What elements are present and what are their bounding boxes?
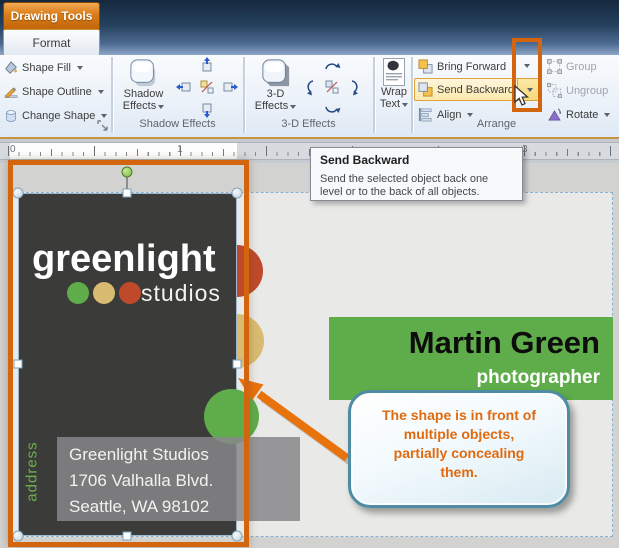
shape-fill-label: Shape Fill <box>22 62 71 74</box>
person-role: photographer <box>477 367 601 389</box>
ungroup-label: Ungroup <box>566 85 608 97</box>
drawing-tools-label: Drawing Tools <box>11 9 93 23</box>
dialog-launcher-button[interactable] <box>97 119 109 131</box>
bring-forward-icon <box>418 59 433 74</box>
format-tab-label: Format <box>32 36 70 50</box>
paint-bucket-icon <box>4 61 18 75</box>
dropdown-caret-icon <box>467 113 473 117</box>
shape-outline-label: Shape Outline <box>22 86 92 98</box>
threed-effects-line2: Effects <box>255 100 296 112</box>
threed-on-off-button[interactable] <box>322 77 342 97</box>
pencil-icon <box>4 85 18 99</box>
tilt-right-button[interactable] <box>345 77 365 97</box>
send-backward-icon <box>418 82 433 97</box>
tilt-up-button[interactable] <box>322 55 342 75</box>
shape-fill-button[interactable]: Shape Fill <box>2 57 109 78</box>
tooltip-title: Send Backward <box>320 153 513 167</box>
callout-line-2: multiple objects, <box>351 425 567 444</box>
wrap-text-line1: Wrap <box>381 86 407 98</box>
change-shape-label: Change Shape <box>22 110 95 122</box>
dropdown-caret-icon <box>604 113 610 117</box>
bring-forward-label: Bring Forward <box>437 61 506 73</box>
dropdown-caret-icon <box>101 114 107 118</box>
threed-rect-icon <box>261 58 291 88</box>
wrap-text-button[interactable]: Wrap Text <box>377 56 411 116</box>
bring-forward-button[interactable]: Bring Forward <box>416 56 516 77</box>
shadow-rect-icon <box>129 58 159 88</box>
tooltip-body: Send the selected object back one level … <box>320 173 513 199</box>
nudge-shadow-down-button[interactable] <box>197 100 217 120</box>
ruler-mark-0: 0 <box>10 144 16 155</box>
send-backward-tooltip: Send Backward Send the selected object b… <box>310 147 523 201</box>
group-label: Group <box>566 61 597 73</box>
wrap-text-line2: Text <box>380 98 408 110</box>
shape-outline-button[interactable]: Shape Outline <box>2 81 109 102</box>
group-icon <box>547 59 562 74</box>
nudge-shadow-left-button[interactable] <box>174 77 194 97</box>
ungroup-button[interactable]: Ungroup <box>545 80 617 101</box>
shadow-effects-line2: Effects <box>123 100 164 112</box>
nudge-shadow-up-button[interactable] <box>197 55 217 75</box>
callout-bubble: The shape is in front of multiple object… <box>348 390 570 508</box>
shadow-on-off-button[interactable] <box>197 77 217 97</box>
dialog-launcher-icon <box>97 120 109 132</box>
tilt-down-button[interactable] <box>322 100 342 120</box>
nudge-shadow-right-button[interactable] <box>220 77 240 97</box>
dropdown-caret-icon <box>98 90 104 94</box>
mouse-cursor-icon <box>514 85 530 107</box>
drawing-tools-contextual-header[interactable]: Drawing Tools <box>3 2 100 29</box>
wrap-text-icon <box>383 58 405 86</box>
change-shape-button[interactable]: Change Shape <box>2 105 109 126</box>
threed-effects-line1: 3-D <box>267 88 285 100</box>
shadow-effects-button[interactable]: Shadow Effects <box>116 56 171 116</box>
threed-effects-button[interactable]: 3-D Effects <box>248 56 303 116</box>
nameplate-shape[interactable]: Martin Green photographer <box>329 317 613 400</box>
shadow-effects-line1: Shadow <box>124 88 164 100</box>
person-name: Martin Green <box>409 325 600 361</box>
tilt-left-button[interactable] <box>299 77 319 97</box>
send-backward-label: Send Backward <box>437 84 514 96</box>
tab-format[interactable]: Format <box>3 29 100 55</box>
shape-cylinder-icon <box>4 109 18 123</box>
dropdown-caret-icon <box>290 105 296 109</box>
dropdown-caret-icon <box>158 105 164 109</box>
dropdown-caret-icon <box>402 103 408 107</box>
dropdown-caret-icon <box>77 66 83 70</box>
shadow-effects-group-label: Shadow Effects <box>112 118 243 130</box>
callout-line-3: partially concealing <box>351 444 567 463</box>
word-drawing-tools-window: Drawing Tools Format Shape Fill Shape Ou… <box>0 0 619 548</box>
callout-line-1: The shape is in front of <box>351 406 567 425</box>
callout-line-4: them. <box>351 463 567 482</box>
arrange-group-label: Arrange <box>374 118 619 130</box>
threed-effects-group-label: 3-D Effects <box>244 118 373 130</box>
ungroup-icon <box>547 83 562 98</box>
selection-annotation-rect <box>8 160 249 547</box>
group-button[interactable]: Group <box>545 56 617 77</box>
ruler-mark-1: 1 <box>177 144 183 155</box>
